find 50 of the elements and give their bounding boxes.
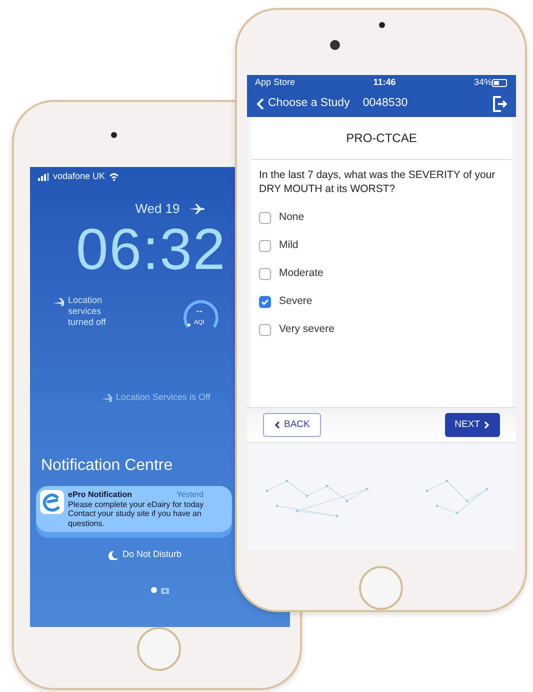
carrier-name: vodafone UK (53, 170, 106, 184)
camera-page-icon[interactable] (161, 586, 169, 594)
back-chevron-icon (256, 98, 264, 110)
page-dot-icon[interactable] (151, 586, 157, 594)
camera-icon (330, 40, 340, 50)
app-icon (40, 490, 64, 514)
notification-text: Please complete your eDairy for today (68, 500, 204, 510)
home-button[interactable] (359, 566, 403, 610)
checkbox[interactable] (259, 296, 271, 308)
notification-app-name: ePro Notification (68, 490, 132, 500)
option-label: Severe (279, 294, 312, 310)
speaker-icon (379, 22, 385, 28)
location-notice: Location services turned off (68, 294, 107, 328)
checkbox[interactable] (259, 212, 271, 224)
wifi-icon (109, 173, 120, 181)
option-label: Mild (279, 238, 298, 254)
do-not-disturb-label: Do Not Disturb (122, 548, 182, 562)
camera-icon (111, 132, 117, 138)
chevron-left-icon (274, 421, 280, 429)
logout-icon[interactable] (492, 96, 508, 112)
status-time: 11:46 (373, 76, 396, 90)
moon-icon (108, 550, 118, 560)
checkmark-icon (260, 297, 270, 308)
question-text: In the last 7 days, what was the SEVERITY of your DRY MOUTH at its WORST? (258, 168, 496, 198)
status-back-app: App Store (255, 76, 296, 90)
chevron-right-icon (484, 421, 490, 429)
study-id: 0048530 (362, 96, 408, 112)
checkbox[interactable] (259, 240, 271, 252)
next-button[interactable]: NEXT (444, 412, 500, 438)
option-label: None (279, 210, 304, 226)
option-label: Very severe (279, 322, 334, 338)
home-button[interactable] (137, 627, 181, 671)
back-link[interactable]: Choose a Study (255, 94, 351, 114)
notification-centre-title: Notification Centre (41, 456, 174, 476)
aqi-value: -- (196, 304, 203, 318)
option-label: Moderate (279, 266, 324, 282)
lock-time: 06:32 (76, 220, 226, 278)
notification-text: Contact your study site if you have an (68, 509, 202, 519)
survey-title: PRO-CTCAE (251, 117, 512, 160)
notification-text: questions. (68, 518, 106, 528)
battery-icon (492, 79, 508, 87)
notification-card[interactable]: ePro Notification Yesterd Please complete your eDairy for today Contact your study site if you have an questions. (36, 486, 232, 532)
checkbox[interactable] (259, 324, 271, 336)
notification-time: Yesterd (176, 490, 204, 500)
lock-date: Wed 19 (135, 200, 180, 218)
location-status-text: Location Services is Off (116, 390, 210, 404)
battery-percent: 34% (474, 76, 492, 90)
back-button[interactable]: BACK (263, 412, 321, 438)
checkbox[interactable] (259, 268, 271, 280)
signal-icon (38, 173, 49, 181)
